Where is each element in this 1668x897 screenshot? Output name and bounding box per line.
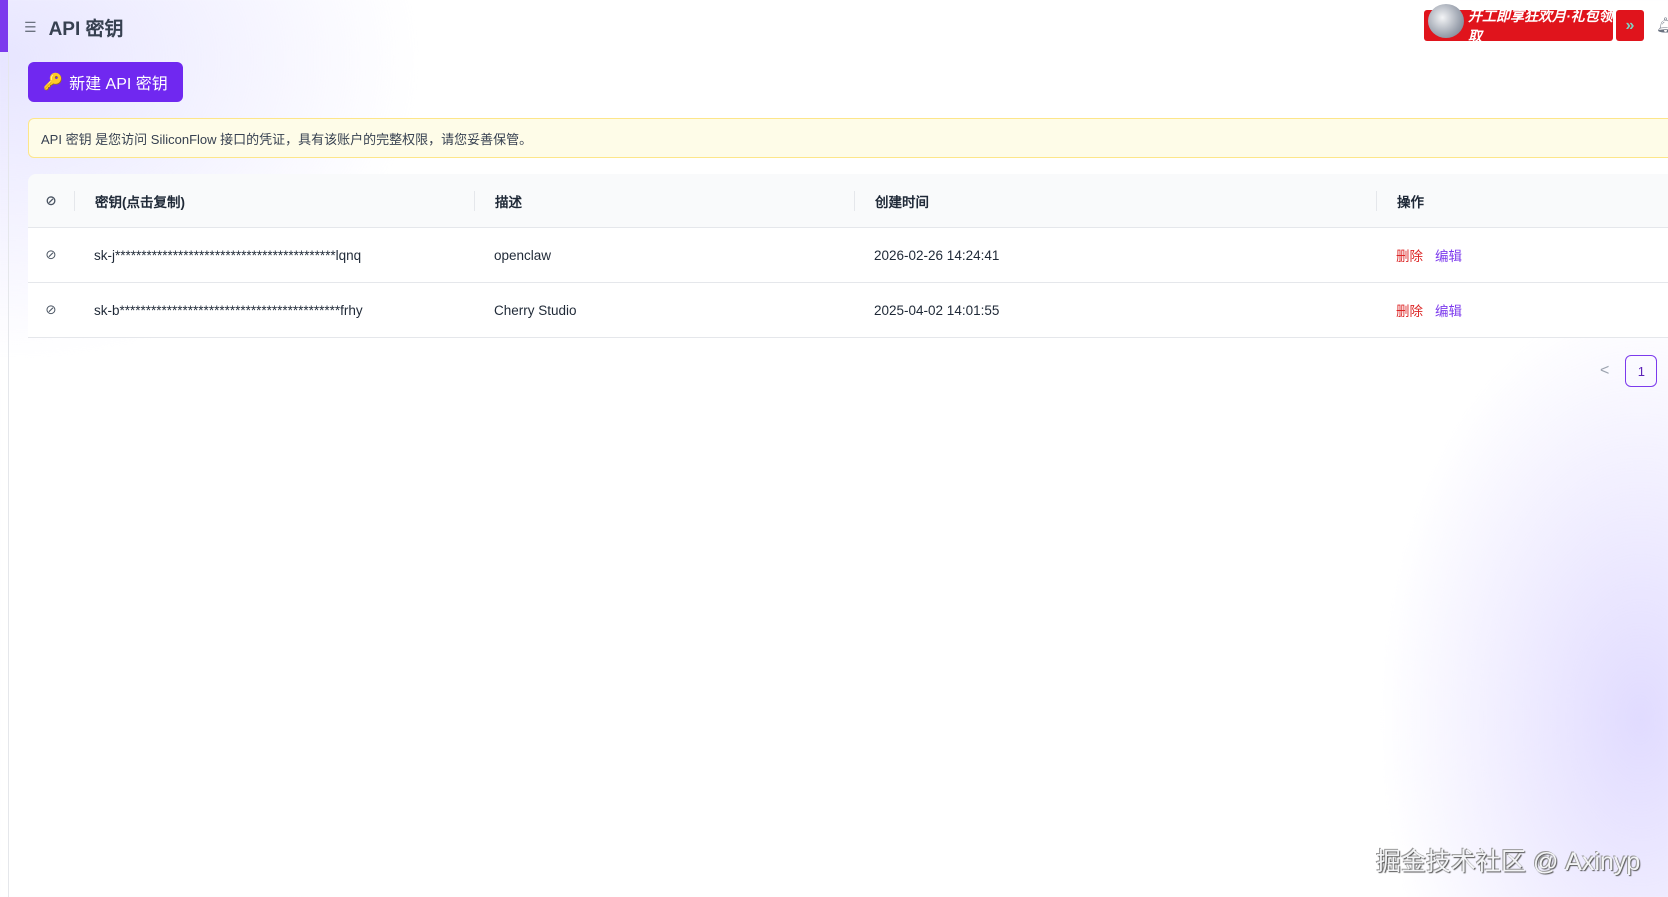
key-created-time: 2025-04-02 14:01:55 — [874, 302, 1000, 318]
delete-button[interactable]: 删除 — [1396, 249, 1423, 264]
api-keys-table: ⊘ 密钥(点击复制) 描述 创建时间 操作 ⊘ sk-j************… — [28, 174, 1668, 338]
info-notice: API 密钥 是您访问 SiliconFlow 接口的凭证，具有该账户的完整权限… — [28, 118, 1668, 158]
eye-off-icon[interactable]: ⊘ — [28, 193, 74, 209]
column-header-key: 密钥(点击复制) — [74, 190, 474, 211]
new-api-key-button[interactable]: 🔑 新建 API 密钥 — [28, 62, 183, 102]
key-created-time: 2026-02-26 14:24:41 — [874, 247, 1000, 263]
eye-off-icon[interactable]: ⊘ — [28, 302, 74, 318]
sidebar-active-indicator — [0, 0, 8, 52]
pagination: < 1 — [1600, 355, 1658, 387]
page-1-button[interactable]: 1 — [1625, 355, 1658, 387]
table-row: ⊘ sk-b**********************************… — [28, 283, 1668, 338]
page-title: API 密钥 — [48, 18, 124, 40]
watermark: 掘金技术社区 @ Axinyp — [1376, 848, 1641, 876]
chevron-double-right-icon[interactable]: » — [1616, 10, 1644, 41]
api-key-value[interactable]: sk-b************************************… — [74, 303, 474, 318]
key-icon: 🔑 — [43, 74, 64, 91]
delete-button[interactable]: 删除 — [1396, 304, 1423, 319]
eye-off-icon[interactable]: ⊘ — [28, 247, 74, 263]
table-row: ⊘ sk-j**********************************… — [28, 228, 1668, 283]
edit-button[interactable]: 编辑 — [1435, 304, 1462, 319]
api-key-value[interactable]: sk-j************************************… — [74, 248, 474, 263]
page-header: ☰ API 密钥 — [24, 12, 124, 42]
edit-button[interactable]: 编辑 — [1435, 249, 1462, 264]
promo-banner-text[interactable]: 开工即享狂欢月·礼包领取 — [1424, 4, 1613, 44]
key-description: Cherry Studio — [494, 302, 577, 318]
bell-icon[interactable]: 🔔︎ — [1656, 16, 1668, 34]
new-api-key-label: 新建 API 密钥 — [69, 76, 168, 93]
column-header-created: 创建时间 — [854, 190, 1376, 211]
prev-page-button[interactable]: < — [1600, 362, 1609, 380]
column-header-description: 描述 — [474, 190, 854, 211]
menu-fold-icon[interactable]: ☰ — [24, 19, 37, 36]
promo-banner[interactable]: 开工即享狂欢月·礼包领取 » — [1424, 4, 1644, 44]
column-header-actions: 操作 — [1376, 190, 1668, 211]
table-header: ⊘ 密钥(点击复制) 描述 创建时间 操作 — [28, 174, 1668, 228]
key-description: openclaw — [494, 247, 552, 263]
sidebar-divider — [8, 52, 9, 897]
